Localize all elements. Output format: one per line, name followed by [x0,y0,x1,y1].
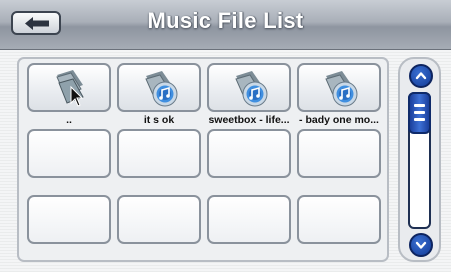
scroll-thumb[interactable] [408,92,431,134]
music-file-icon [235,71,268,107]
file-tile-music[interactable] [297,63,381,112]
file-label: it s ok [143,114,175,126]
scroll-down-button[interactable] [409,233,433,257]
header-bar: Music File List [0,0,451,50]
empty-file-slot [117,195,201,244]
music-file-list-screen: Music File List .. it s ok sweetbox - li… [0,0,451,272]
file-tile-music[interactable] [117,63,201,112]
grip-line [414,111,425,114]
scroll-up-button[interactable] [409,64,433,88]
grip-line [414,118,425,121]
file-grid: .. it s ok sweetbox - life... - bady one… [17,57,389,262]
empty-file-slot [297,195,381,244]
folder-up-icon [56,70,84,107]
file-tile-music[interactable] [207,63,291,112]
file-label: sweetbox - life... [208,114,290,126]
grip-line [414,104,425,107]
empty-file-slot [207,129,291,178]
empty-file-slot [117,129,201,178]
music-file-icon [145,71,178,107]
music-file-icon [325,71,358,107]
empty-file-slot [297,129,381,178]
chevron-down-icon [415,241,427,249]
file-label: .. [66,114,72,126]
file-tile-parent-folder[interactable] [27,63,111,112]
empty-file-slot [207,195,291,244]
page-title: Music File List [147,8,304,33]
vertical-scrollbar [398,57,441,262]
chevron-up-icon [415,72,427,80]
file-label: - bady one mo... [299,114,379,126]
empty-file-slot [27,195,111,244]
empty-file-slot [27,129,111,178]
